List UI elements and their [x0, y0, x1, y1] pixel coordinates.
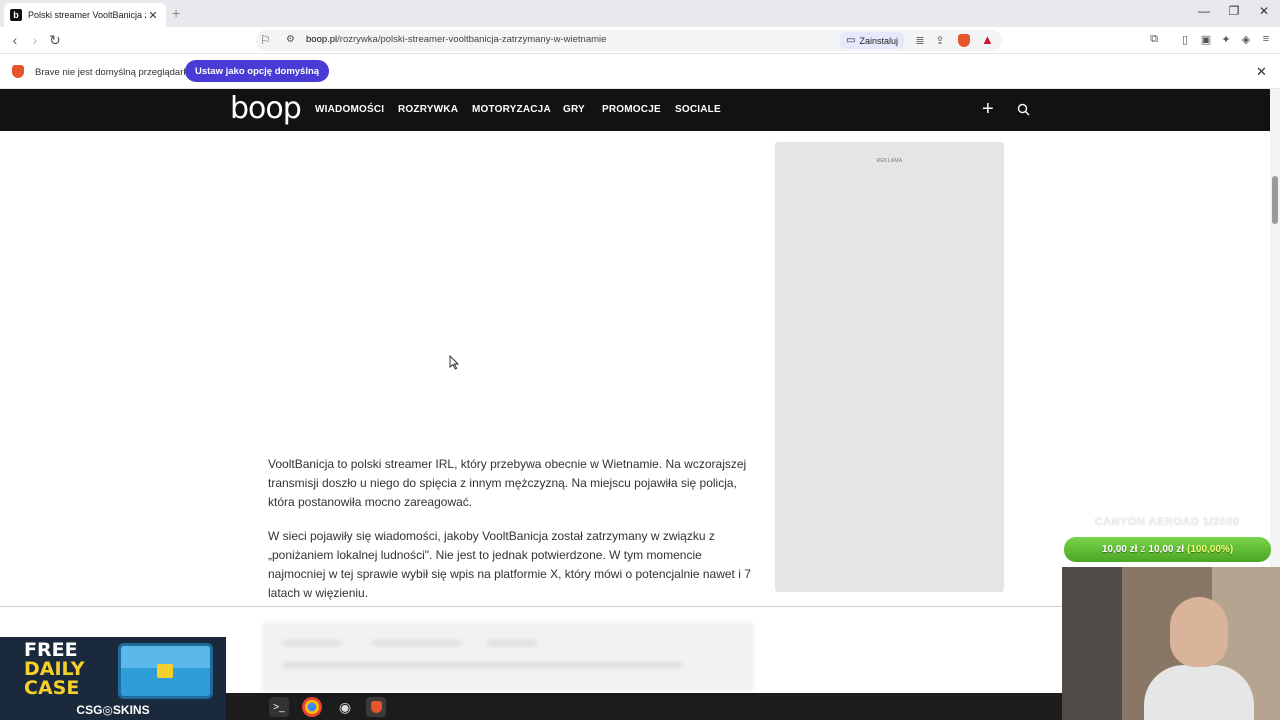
- install-icon: ▭: [846, 35, 856, 46]
- reader-icon[interactable]: ≣: [912, 34, 928, 47]
- nav-item-promocje[interactable]: PROMOCJE: [602, 104, 661, 115]
- reload-icon[interactable]: ↻: [46, 32, 64, 49]
- nav-item-gry[interactable]: GRY: [563, 104, 585, 115]
- nav-item-sociale[interactable]: SOCIALE: [675, 104, 721, 115]
- share-icon[interactable]: ⇪: [932, 34, 948, 47]
- minimize-icon[interactable]: —: [1196, 4, 1212, 18]
- promo-line-case: CASE: [24, 677, 80, 699]
- site-info-icon[interactable]: ⚙: [286, 34, 295, 45]
- obs-icon[interactable]: ◉: [335, 697, 355, 717]
- vpn-icon[interactable]: ◈: [1238, 33, 1254, 46]
- set-default-button[interactable]: Ustaw jako opcję domyślną: [185, 60, 330, 82]
- infobar-close-icon[interactable]: ✕: [1256, 64, 1267, 80]
- divider: [0, 606, 1062, 607]
- nav-item-motoryzacja[interactable]: MOTORYZACJA: [472, 104, 551, 115]
- brave-logo-icon: [12, 65, 24, 78]
- site-header: boop WIADOMOŚCI ROZRYWKA MOTORYZACJA GRY…: [0, 89, 1270, 131]
- brave-rewards-icon[interactable]: ▲: [981, 32, 994, 47]
- nav-item-wiadomosci[interactable]: WIADOMOŚCI: [315, 104, 384, 115]
- back-icon[interactable]: ‹: [6, 32, 24, 48]
- url-text: boop.pl/rozrywka/polski-streamer-vooltba…: [306, 34, 607, 45]
- article-paragraph: VooltBanicja to polski streamer IRL, któ…: [268, 457, 747, 509]
- terminal-icon[interactable]: >_: [269, 697, 289, 717]
- browser-toolbar: ‹ › ↻ ⚐ ⚙ boop.pl/rozrywka/polski-stream…: [0, 27, 1280, 54]
- wallet-icon[interactable]: ▣: [1198, 33, 1214, 46]
- site-logo[interactable]: boop: [230, 91, 302, 126]
- new-tab-icon[interactable]: +: [172, 5, 180, 21]
- sidebar-icon[interactable]: ▯: [1177, 33, 1193, 46]
- browser-tab-bar: b Polski streamer VooltBanicja zatrzyman…: [0, 0, 1280, 27]
- chrome-icon[interactable]: [302, 697, 322, 717]
- webcam-feed: [1062, 567, 1280, 720]
- os-taskbar: >_ ◉: [226, 693, 1062, 720]
- leo-ai-icon[interactable]: ✦: [1218, 33, 1234, 46]
- default-browser-infobar: Brave nie jest domyślną przeglądarką Ust…: [0, 55, 1280, 89]
- ad-placeholder: REKLAMA: [775, 142, 1004, 592]
- menu-icon[interactable]: ≡: [1258, 33, 1274, 45]
- extensions-icon[interactable]: ⧉: [1146, 33, 1162, 46]
- case-chest-icon: [118, 643, 213, 699]
- tab-close-icon[interactable]: ✕: [146, 9, 160, 22]
- brave-taskbar-icon[interactable]: [366, 697, 386, 717]
- browser-tab[interactable]: b Polski streamer VooltBanicja zatrzyman…: [4, 3, 166, 27]
- brave-shields-icon[interactable]: [958, 34, 970, 47]
- address-bar[interactable]: ⚐ ⚙ boop.pl/rozrywka/polski-streamer-voo…: [256, 30, 1002, 51]
- restore-icon[interactable]: ❐: [1226, 4, 1242, 18]
- mouse-cursor-icon: [449, 355, 459, 370]
- window-close-icon[interactable]: ✕: [1256, 4, 1272, 18]
- search-icon[interactable]: [1017, 103, 1030, 116]
- goal-progress-bar: 10,00 zł z 10,00 zł (100,00%): [1064, 537, 1271, 562]
- nav-item-rozrywka[interactable]: ROZRYWKA: [398, 104, 458, 115]
- page-scrollbar[interactable]: [1270, 89, 1280, 609]
- goal-title: CANYON AEROAD 1/2000: [1094, 516, 1240, 528]
- plus-icon[interactable]: +: [982, 98, 994, 121]
- install-button[interactable]: ▭ Zainstaluj: [840, 32, 904, 49]
- promo-brand: CSG◎SKINS: [76, 703, 150, 717]
- embedded-post-placeholder: [262, 622, 754, 692]
- scrollbar-thumb[interactable]: [1272, 176, 1278, 224]
- free-daily-case-promo: FREE DAILY CASE CSG◎SKINS: [0, 637, 226, 720]
- site-favicon-icon: b: [10, 9, 22, 21]
- forward-icon[interactable]: ›: [26, 32, 44, 48]
- article-paragraph: W sieci pojawiły się wiadomości, jakoby …: [268, 529, 751, 600]
- bookmark-icon[interactable]: ⚐: [260, 33, 271, 47]
- ad-label: REKLAMA: [876, 158, 903, 164]
- tab-title: Polski streamer VooltBanicja zatrzymany: [28, 10, 146, 20]
- infobar-message: Brave nie jest domyślną przeglądarką: [35, 67, 194, 78]
